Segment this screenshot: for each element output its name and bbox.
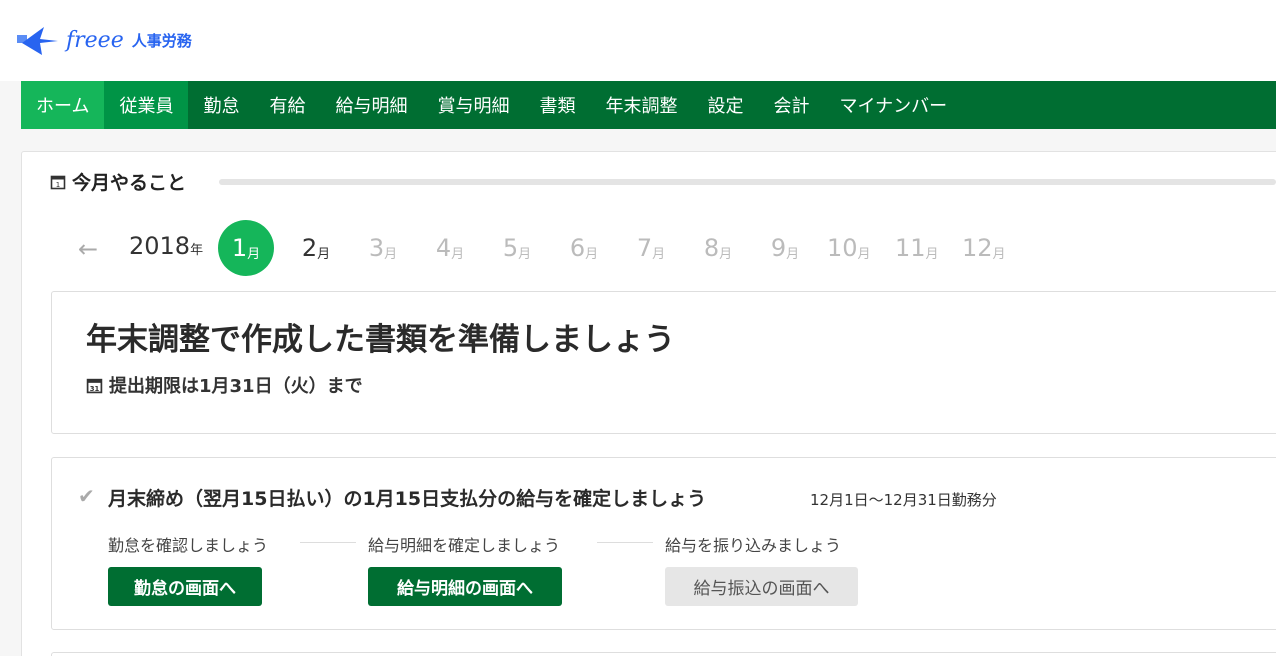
nav-home[interactable]: ホーム — [21, 81, 105, 129]
calendar-icon: 1 — [50, 175, 66, 189]
step-label-transfer: 給与を振り込みましょう — [665, 536, 842, 555]
next-task-card — [51, 652, 1276, 656]
month-6[interactable]: 6月 — [564, 220, 604, 276]
year-label: 2018年 — [129, 232, 204, 260]
nav-settings[interactable]: 設定 — [692, 81, 758, 129]
attendance-screen-button[interactable]: 勤怠の画面へ — [108, 567, 262, 606]
step-label-attendance: 勤怠を確認しましょう — [108, 536, 269, 555]
step-connector — [300, 542, 356, 543]
nav-documents[interactable]: 書類 — [524, 81, 590, 129]
month-9[interactable]: 9月 — [765, 220, 805, 276]
section-title: 今月やること — [72, 172, 187, 194]
calendar-31-icon: 31 — [86, 378, 103, 393]
nav-year-end-adjustment[interactable]: 年末調整 — [590, 81, 692, 129]
logo-wordmark: freee — [66, 27, 124, 53]
month-4[interactable]: 4月 — [430, 220, 470, 276]
year-end-task-card — [51, 291, 1276, 434]
month-11[interactable]: 11 月 — [895, 220, 939, 276]
top-header: freee 人事労務 — [0, 0, 1276, 81]
logo-product-name: 人事労務 — [131, 31, 192, 50]
month-1[interactable]: 1月 — [218, 220, 274, 276]
nav-my-number[interactable]: マイナンバー — [824, 81, 962, 129]
nav-attendance[interactable]: 勤怠 — [188, 81, 254, 129]
nav-bonus-slips[interactable]: 賞与明細 — [422, 81, 524, 129]
svg-text:31: 31 — [90, 384, 100, 392]
nav-employees[interactable]: 従業員 — [104, 81, 189, 129]
prev-year-arrow-icon[interactable]: ← — [78, 236, 104, 262]
section-divider — [219, 179, 1276, 185]
step-connector — [597, 542, 653, 543]
payroll-task-title: 月末締め（翌月15日払い）の1月15日支払分の給与を確定しましょう — [108, 488, 707, 510]
bird-logo-icon — [17, 27, 58, 55]
deadline-row: 31 提出期限は1月31日（火）まで — [86, 372, 363, 398]
month-12[interactable]: 12 月 — [962, 220, 1006, 276]
nav-payslips[interactable]: 給与明細 — [320, 81, 422, 129]
global-nav: ホーム 従業員 勤怠 有給 給与明細 賞与明細 書類 年末調整 設定 会計 マイ… — [21, 81, 1276, 129]
nav-paid-leave[interactable]: 有給 — [254, 81, 320, 129]
section-header: 1 今月やること — [50, 168, 186, 195]
year-end-task-title: 年末調整で作成した書類を準備しましょう — [86, 322, 675, 358]
payroll-period: 12月1日〜12月31日勤務分 — [810, 491, 997, 509]
month-10[interactable]: 10 月 — [827, 220, 871, 276]
svg-text:1: 1 — [56, 181, 60, 189]
checkmark-icon: ✔ — [78, 484, 95, 508]
app-logo[interactable]: freee 人事労務 — [16, 22, 192, 58]
nav-accounting[interactable]: 会計 — [758, 81, 824, 129]
month-2[interactable]: 2月 — [296, 220, 336, 276]
step-label-payslip: 給与明細を確定しましょう — [368, 536, 561, 555]
salary-transfer-screen-button[interactable]: 給与振込の画面へ — [665, 567, 858, 606]
payslip-screen-button[interactable]: 給与明細の画面へ — [368, 567, 562, 606]
month-8[interactable]: 8月 — [698, 220, 738, 276]
month-5[interactable]: 5月 — [497, 220, 537, 276]
month-7[interactable]: 7月 — [631, 220, 671, 276]
month-3[interactable]: 3月 — [363, 220, 403, 276]
deadline-text: 提出期限は1月31日（火）まで — [109, 376, 363, 397]
